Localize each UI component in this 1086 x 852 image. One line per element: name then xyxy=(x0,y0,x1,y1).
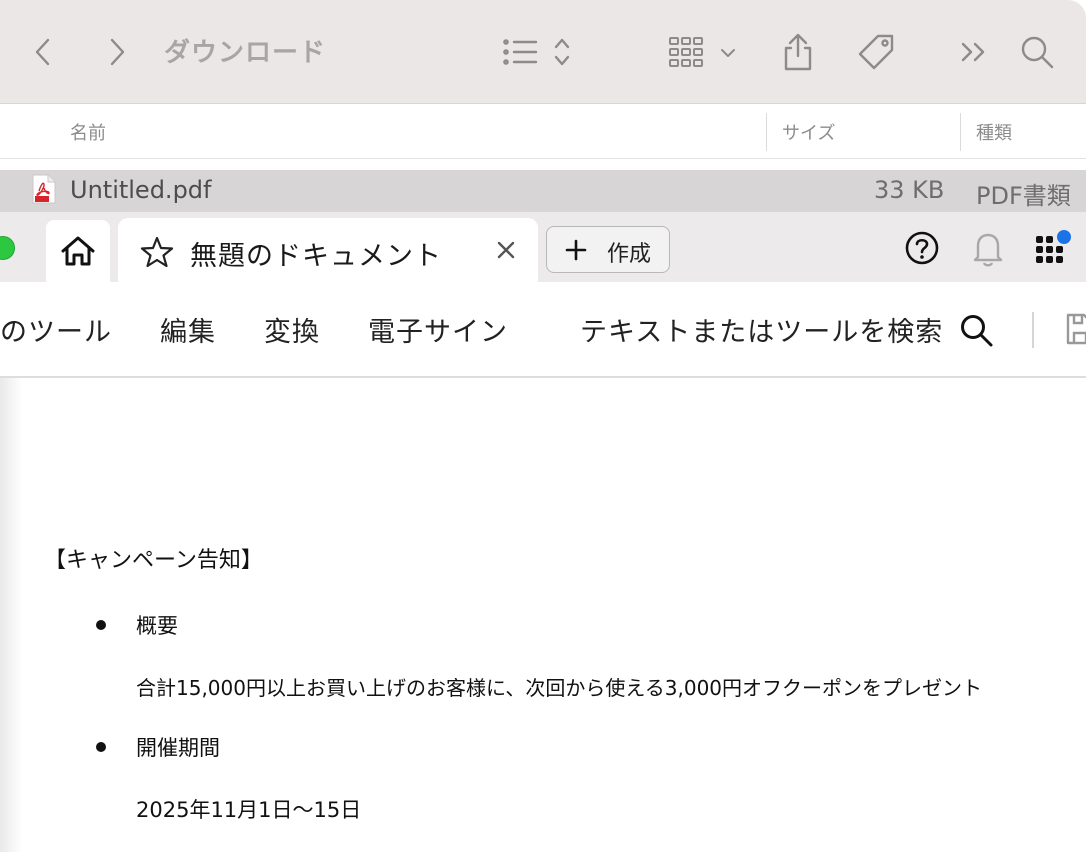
document-page[interactable]: 【キャンペーン告知】 概要 合計15,000円以上お買い上げのお客様に、次回から… xyxy=(0,378,1086,852)
search-tools-hint[interactable]: テキストまたはツールを検索 xyxy=(580,310,943,349)
bullet-detail-overview: 合計15,000円以上お買い上げのお客様に、次回から使える3,000円オフクーポ… xyxy=(136,676,983,700)
tab-bar: 無題のドキュメント 作成 xyxy=(0,212,1086,282)
back-button[interactable] xyxy=(26,26,60,78)
tab-document[interactable]: 無題のドキュメント xyxy=(118,218,538,282)
chevron-left-icon xyxy=(35,38,50,66)
finder-column-header: 名前 サイズ 種類 xyxy=(0,105,1086,159)
document-heading: 【キャンペーン告知】 xyxy=(44,548,263,573)
menubar-divider xyxy=(1032,312,1034,348)
column-divider xyxy=(960,113,961,151)
tag-button[interactable] xyxy=(856,26,898,78)
page-edge-shadow xyxy=(0,378,22,852)
tag-icon xyxy=(858,34,894,70)
home-icon xyxy=(61,236,95,266)
file-size: 33 KB xyxy=(874,176,945,204)
finder-toolbar: ダウンロード xyxy=(0,0,1086,104)
finder-title: ダウンロード xyxy=(164,38,327,68)
column-size[interactable]: サイズ xyxy=(782,119,835,145)
double-chevron-icon xyxy=(961,42,985,62)
finder-window: ダウンロード 名前 サイズ 種類 Untitled.pdf 33 KB PDF書… xyxy=(0,0,1086,212)
bullet-label-overview: 概要 xyxy=(136,614,178,638)
menu-convert[interactable]: 変換 xyxy=(264,310,320,349)
create-label: 作成 xyxy=(607,242,652,267)
share-icon xyxy=(784,33,812,71)
share-button[interactable] xyxy=(780,26,816,78)
bullet-label-period: 開催期間 xyxy=(136,736,220,760)
group-button[interactable] xyxy=(666,26,742,78)
tab-home[interactable] xyxy=(46,220,110,282)
zoom-window-button[interactable] xyxy=(0,236,15,260)
file-row[interactable]: Untitled.pdf 33 KB PDF書類 xyxy=(0,170,1086,212)
column-divider xyxy=(766,113,767,151)
create-button[interactable]: 作成 xyxy=(546,226,670,273)
menu-e-sign[interactable]: 電子サイン xyxy=(368,310,508,349)
plus-icon xyxy=(565,239,587,261)
help-icon[interactable] xyxy=(904,230,940,266)
bell-icon[interactable] xyxy=(970,230,1006,268)
search-icon[interactable] xyxy=(958,312,994,348)
column-kind[interactable]: 種類 xyxy=(976,119,1012,145)
menu-edit[interactable]: 編集 xyxy=(160,310,216,349)
bullet-point xyxy=(96,742,106,752)
finder-search-button[interactable] xyxy=(1018,26,1056,78)
bullet-detail-period: 2025年11月1日〜15日 xyxy=(136,798,362,822)
list-view-button[interactable] xyxy=(500,26,576,78)
chevron-right-icon xyxy=(110,38,125,66)
bullet-point xyxy=(96,620,106,630)
notification-dot xyxy=(1057,230,1071,244)
save-icon[interactable] xyxy=(1066,312,1086,346)
grid-group-icon xyxy=(669,37,735,67)
search-icon xyxy=(1021,36,1054,69)
forward-button[interactable] xyxy=(100,26,134,78)
acrobat-window: 無題のドキュメント 作成 のツール 編集 変換 電子サイン テキストまたはツール… xyxy=(0,212,1086,852)
list-view-icon xyxy=(503,38,570,66)
document-tab-title: 無題のドキュメント xyxy=(190,241,442,272)
star-icon[interactable] xyxy=(140,236,174,268)
close-icon xyxy=(497,241,515,259)
tools-menubar: のツール 編集 変換 電子サイン テキストまたはツールを検索 xyxy=(0,282,1086,378)
column-name[interactable]: 名前 xyxy=(70,119,106,145)
pdf-file-icon xyxy=(32,174,56,204)
file-kind: PDF書類 xyxy=(976,182,1071,210)
menu-all-tools[interactable]: のツール xyxy=(0,310,112,349)
file-name: Untitled.pdf xyxy=(70,176,212,204)
close-tab-button[interactable] xyxy=(492,236,520,264)
more-toolbar-button[interactable] xyxy=(958,26,990,78)
